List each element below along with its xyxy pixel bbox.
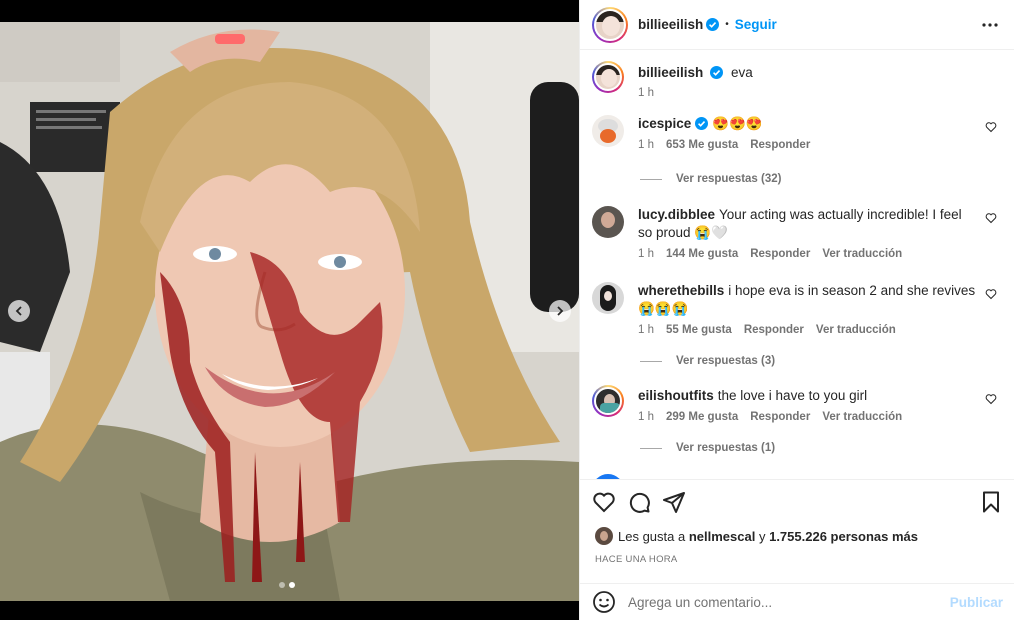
post-header: billieeilish • Seguir [580,0,1014,50]
commenter-avatar[interactable] [592,115,624,147]
caption: billieeilish eva 1 h [592,61,1003,99]
author-avatar[interactable] [592,6,628,43]
like-comment-heart-icon[interactable] [985,212,997,224]
comment-bubble-icon[interactable] [627,490,651,514]
publish-button[interactable]: Publicar [950,595,1003,610]
bookmark-icon[interactable] [979,490,1003,514]
comment-item: icespice 😍😍😍 1 h 653 Me gusta Responder [592,115,1003,151]
comment-item: wherethebills i hope eva is in season 2 a… [592,282,1003,336]
chevron-left-icon [15,306,22,316]
comment-username[interactable]: wherethebills [638,283,724,298]
view-replies-label: Ver respuestas (32) [676,173,782,185]
comment-item: eilishoutfits the love i have to you girl… [592,385,1003,423]
post-photo [0,22,579,601]
emoji-icon[interactable] [592,590,616,614]
follow-button[interactable]: Seguir [735,17,777,32]
carousel-indicator [279,582,295,588]
view-replies-label: Ver respuestas (1) [676,442,776,454]
post-actions: Les gusta a nellmescal y 1.755.226 perso… [580,479,1014,582]
more-options-icon [982,22,998,27]
next-photo-button[interactable] [549,300,571,322]
post-timestamp[interactable]: HACE UNA HORA [592,554,1003,565]
verified-badge-icon [695,117,709,130]
comment-text: the love i have to you girl [717,388,868,403]
comment-likes[interactable]: 55 Me gusta [666,324,732,336]
reply-button[interactable]: Responder [750,411,810,423]
likes-prefix: Les gusta a [618,528,686,544]
comment-time[interactable]: 1 h [638,411,654,423]
view-replies-button[interactable]: Ver respuestas (32) [640,173,1003,185]
translate-button[interactable]: Ver traducción [822,411,902,423]
view-replies-label: Ver respuestas (3) [676,355,776,367]
carousel-dot-active [289,582,295,588]
commenter-avatar[interactable] [592,385,624,417]
comment-likes[interactable]: 299 Me gusta [666,411,738,423]
commenter-avatar[interactable] [592,206,624,238]
comment-input[interactable] [628,594,948,610]
comment-text: 😍😍😍 [712,116,763,131]
verified-badge-icon [706,18,720,31]
post-sidebar: billieeilish • Seguir billieeilish eva 1… [579,0,1014,620]
translate-button[interactable]: Ver traducción [822,248,902,260]
like-comment-heart-icon[interactable] [985,288,997,300]
comment-time[interactable]: 1 h [638,324,654,336]
caption-text: eva [731,65,753,80]
liker-username[interactable]: nellmescal [689,529,756,544]
like-comment-heart-icon[interactable] [985,393,997,405]
caption-time[interactable]: 1 h [638,87,654,99]
portrait-illustration [0,22,579,601]
view-replies-button[interactable]: Ver respuestas (1) [640,442,1003,454]
reply-button[interactable]: Responder [744,324,804,336]
like-comment-heart-icon[interactable] [985,121,997,133]
chevron-right-icon [557,306,564,316]
author-username[interactable]: billieeilish [638,17,703,32]
reply-button[interactable]: Responder [750,248,810,260]
comments-list[interactable]: billieeilish eva 1 h icespice 😍😍😍 1 h 653… [580,51,1014,479]
comment-username[interactable]: eilishoutfits [638,388,714,403]
comment-username[interactable]: icespice [638,116,691,131]
comment-likes[interactable]: 653 Me gusta [666,139,738,151]
reply-button[interactable]: Responder [750,139,810,151]
more-options-button[interactable] [978,13,1002,37]
caption-username[interactable]: billieeilish [638,65,703,80]
comment-time[interactable]: 1 h [638,248,654,260]
heart-icon[interactable] [592,490,616,514]
comment-time[interactable]: 1 h [638,139,654,151]
caption-author-avatar[interactable] [592,61,624,93]
likes-others[interactable]: 1.755.226 personas más [769,529,918,544]
comment-item: lucy.dibblee Your acting was actually inc… [592,206,1003,260]
likes-summary: Les gusta a nellmescal y 1.755.226 perso… [592,527,1003,545]
comment-likes[interactable]: 144 Me gusta [666,248,738,260]
translate-button[interactable]: Ver traducción [816,324,896,336]
add-comment-bar: Publicar [580,583,1014,620]
commenter-avatar[interactable] [592,282,624,314]
comment-username[interactable]: lucy.dibblee [638,207,715,222]
liker-avatar[interactable] [595,527,613,545]
send-icon[interactable] [662,490,686,514]
header-separator: • [725,19,729,30]
verified-badge-icon [710,66,724,79]
previous-photo-button[interactable] [8,300,30,322]
post-media [0,0,579,620]
likes-joiner: y [758,528,766,544]
view-replies-button[interactable]: Ver respuestas (3) [640,355,1003,367]
carousel-dot [279,582,285,588]
